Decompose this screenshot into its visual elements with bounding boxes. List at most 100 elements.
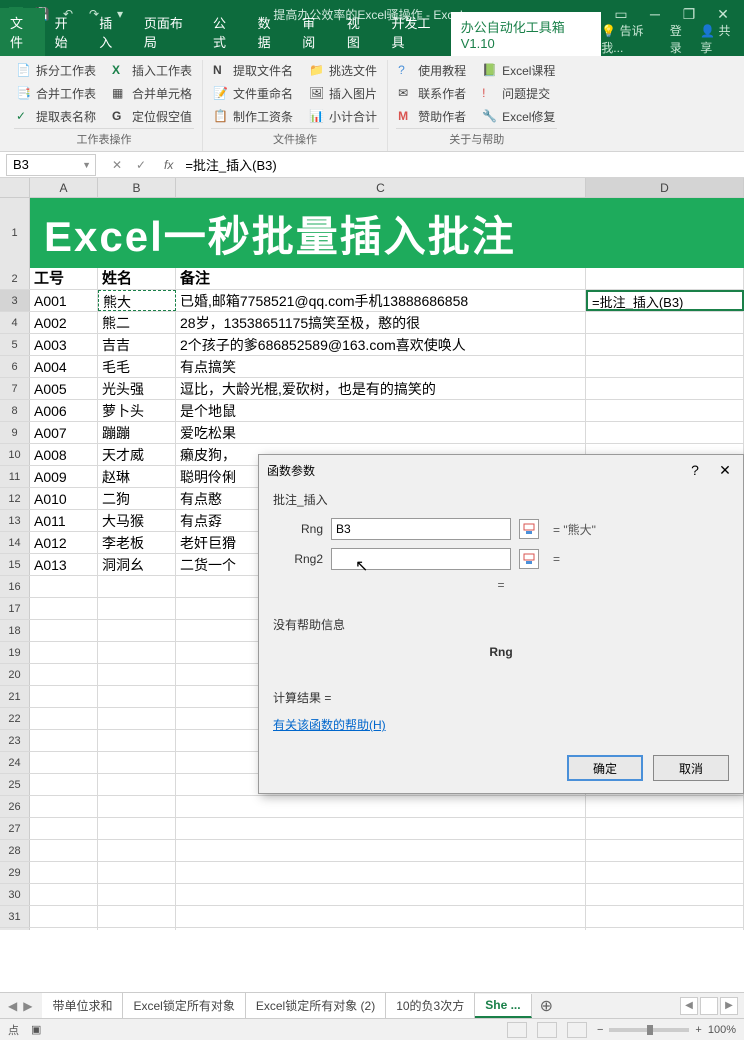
cell-c31[interactable] <box>176 906 586 927</box>
cell-c9[interactable]: 爱吃松果 <box>176 422 586 443</box>
cell-d26[interactable] <box>586 796 744 817</box>
row-header-9[interactable]: 9 <box>0 422 30 443</box>
tab-home[interactable]: 开始 <box>45 8 90 56</box>
cell-b26[interactable] <box>98 796 176 817</box>
cell-b4[interactable]: 熊二 <box>98 312 176 333</box>
cell-b19[interactable] <box>98 642 176 663</box>
cell-d29[interactable] <box>586 862 744 883</box>
cell-b7[interactable]: 光头强 <box>98 378 176 399</box>
row-header-8[interactable]: 8 <box>0 400 30 421</box>
hscroll-right-icon[interactable]: ▶ <box>720 997 738 1015</box>
macro-record-icon[interactable]: ▣ <box>31 1023 41 1036</box>
cell-b5[interactable]: 吉吉 <box>98 334 176 355</box>
cell-b23[interactable] <box>98 730 176 751</box>
fx-icon[interactable]: fx <box>158 158 179 172</box>
rename-file-button[interactable]: 📝文件重命名 <box>211 83 295 104</box>
pick-file-button[interactable]: 📁挑选文件 <box>307 60 379 81</box>
insert-sheet-button[interactable]: X插入工作表 <box>110 60 194 81</box>
hscroll-left-icon[interactable]: ◀ <box>680 997 698 1015</box>
function-help-link[interactable]: 有关该函数的帮助(H) <box>273 718 386 732</box>
cancel-button[interactable]: 取消 <box>653 755 729 781</box>
cell-b31[interactable] <box>98 906 176 927</box>
zoom-value[interactable]: 100% <box>708 1024 736 1036</box>
row-header-25[interactable]: 25 <box>0 774 30 795</box>
cell-a2[interactable]: 工号 <box>30 268 98 289</box>
cell-a16[interactable] <box>30 576 98 597</box>
cell-b21[interactable] <box>98 686 176 707</box>
cell-b6[interactable]: 毛毛 <box>98 356 176 377</box>
sheet-tab-5[interactable]: She ... <box>475 994 531 1018</box>
cell-b29[interactable] <box>98 862 176 883</box>
cell-a21[interactable] <box>30 686 98 707</box>
tutorial-button[interactable]: ?使用教程 <box>396 60 468 81</box>
arg2-input[interactable] <box>331 548 511 570</box>
cell-b2[interactable]: 姓名 <box>98 268 176 289</box>
tab-tool[interactable]: 办公自动化工具箱V1.10 <box>451 12 602 56</box>
tab-view[interactable]: 视图 <box>337 8 382 56</box>
cell-a19[interactable] <box>30 642 98 663</box>
cell-a24[interactable] <box>30 752 98 773</box>
arg1-input[interactable] <box>331 518 511 540</box>
contact-button[interactable]: ✉联系作者 <box>396 83 468 104</box>
banner-cell[interactable]: Excel一秒批量插入批注 <box>30 198 744 268</box>
tab-data[interactable]: 数据 <box>248 8 293 56</box>
cell-d30[interactable] <box>586 884 744 905</box>
share-button[interactable]: 👤 共享 <box>700 22 740 56</box>
cell-a9[interactable]: A007 <box>30 422 98 443</box>
cell-a32[interactable] <box>30 928 98 930</box>
cell-a4[interactable]: A002 <box>30 312 98 333</box>
cell-b12[interactable]: 二狗 <box>98 488 176 509</box>
cell-b8[interactable]: 萝卜头 <box>98 400 176 421</box>
cell-b15[interactable]: 洞洞幺 <box>98 554 176 575</box>
merge-sheet-button[interactable]: 📑合并工作表 <box>14 83 98 104</box>
cell-a8[interactable]: A006 <box>30 400 98 421</box>
col-header-d[interactable]: D <box>586 178 744 197</box>
row-header-7[interactable]: 7 <box>0 378 30 399</box>
cell-c5[interactable]: 2个孩子的爹686852589@163.com喜欢使唤人 <box>176 334 586 355</box>
row-header-32[interactable]: 32 <box>0 928 30 930</box>
cell-a30[interactable] <box>30 884 98 905</box>
cell-b24[interactable] <box>98 752 176 773</box>
cell-d2[interactable] <box>586 268 744 289</box>
cell-b10[interactable]: 天才威 <box>98 444 176 465</box>
cell-a12[interactable]: A010 <box>30 488 98 509</box>
select-all-corner[interactable] <box>0 178 30 197</box>
cell-d5[interactable] <box>586 334 744 355</box>
cell-b25[interactable] <box>98 774 176 795</box>
extract-filename-button[interactable]: N提取文件名 <box>211 60 295 81</box>
ok-button[interactable]: 确定 <box>567 755 643 781</box>
cell-c28[interactable] <box>176 840 586 861</box>
row-header-15[interactable]: 15 <box>0 554 30 575</box>
view-break-icon[interactable] <box>567 1022 587 1038</box>
cell-a20[interactable] <box>30 664 98 685</box>
login-link[interactable]: 登录 <box>670 22 693 56</box>
row-header-17[interactable]: 17 <box>0 598 30 619</box>
cell-d32[interactable] <box>586 928 744 930</box>
cell-d8[interactable] <box>586 400 744 421</box>
row-header-30[interactable]: 30 <box>0 884 30 905</box>
cell-a31[interactable] <box>30 906 98 927</box>
cell-a28[interactable] <box>30 840 98 861</box>
chevron-down-icon[interactable]: ▼ <box>82 160 91 170</box>
cell-a17[interactable] <box>30 598 98 619</box>
row-header-28[interactable]: 28 <box>0 840 30 861</box>
name-box[interactable]: B3▼ <box>6 154 96 176</box>
sheet-nav-prev-icon[interactable]: ◀ <box>6 999 19 1013</box>
row-header-29[interactable]: 29 <box>0 862 30 883</box>
cell-b22[interactable] <box>98 708 176 729</box>
arg1-ref-icon[interactable] <box>519 519 539 539</box>
cell-a18[interactable] <box>30 620 98 641</box>
row-header-6[interactable]: 6 <box>0 356 30 377</box>
cell-d31[interactable] <box>586 906 744 927</box>
col-header-c[interactable]: C <box>176 178 586 197</box>
col-header-a[interactable]: A <box>30 178 98 197</box>
tab-dev[interactable]: 开发工具 <box>381 8 450 56</box>
dialog-title-bar[interactable]: 函数参数 ? ✕ <box>259 455 743 485</box>
cell-b28[interactable] <box>98 840 176 861</box>
cell-b18[interactable] <box>98 620 176 641</box>
cell-a26[interactable] <box>30 796 98 817</box>
cell-b9[interactable]: 蹦蹦 <box>98 422 176 443</box>
cell-b16[interactable] <box>98 576 176 597</box>
cell-a6[interactable]: A004 <box>30 356 98 377</box>
row-header-10[interactable]: 10 <box>0 444 30 465</box>
